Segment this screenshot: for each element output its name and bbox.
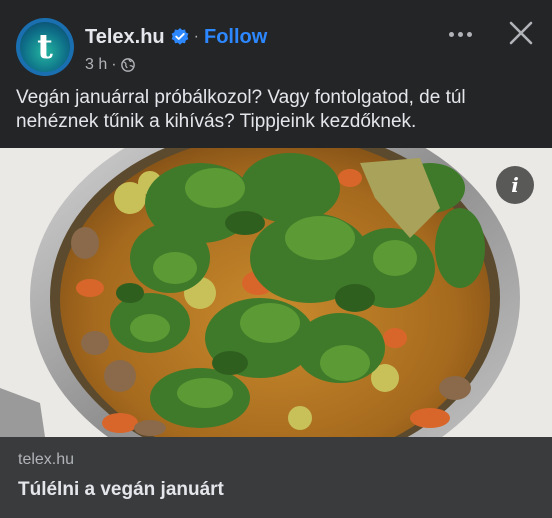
link-domain: telex.hu	[18, 451, 75, 468]
post-time[interactable]: 3 h	[85, 56, 107, 74]
link-title[interactable]: Túlélni a vegán januárt	[18, 479, 224, 501]
link-preview-card[interactable]: telex.hu Túlélni a vegán januárt	[0, 437, 552, 518]
globe-icon	[120, 58, 135, 72]
avatar-logo: t	[20, 22, 70, 72]
post-caption: Vegán januárral próbálkozol? Vagy fontol…	[16, 87, 466, 132]
food-photo	[0, 148, 552, 437]
separator-dot: ·	[193, 28, 199, 45]
info-icon[interactable]: i	[496, 166, 534, 204]
name-row: Telex.hu · Follow	[85, 24, 267, 50]
verified-badge-icon	[171, 28, 189, 45]
page-name[interactable]: Telex.hu	[85, 26, 165, 49]
post-header: t Telex.hu · Follow 3 h ·	[0, 0, 552, 80]
page-avatar[interactable]: t	[16, 18, 74, 76]
follow-button[interactable]: Follow	[204, 26, 267, 49]
post-meta: 3 h ·	[85, 56, 135, 74]
more-options-icon[interactable]	[444, 20, 476, 48]
close-icon[interactable]	[506, 18, 536, 48]
post-image[interactable]	[0, 148, 552, 437]
meta-separator: ·	[111, 56, 117, 73]
